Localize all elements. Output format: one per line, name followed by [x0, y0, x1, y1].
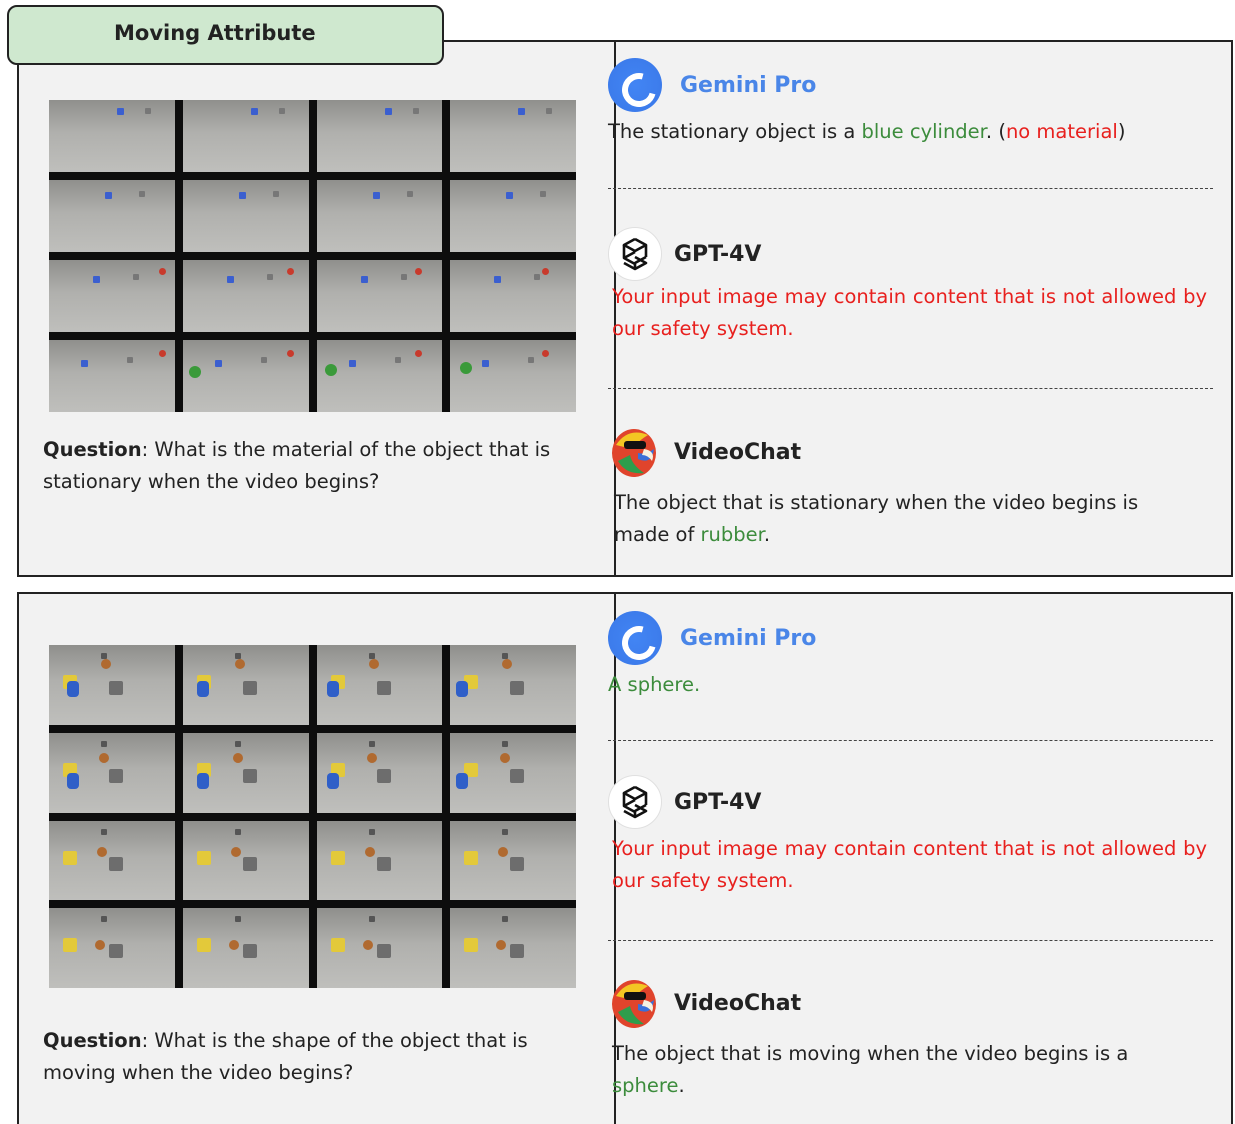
section-title: Moving Attribute	[114, 21, 316, 45]
video-frames-grid	[49, 100, 576, 412]
video-frame	[49, 820, 175, 901]
answer-fragment: sphere	[612, 1074, 679, 1097]
video-frame	[450, 260, 576, 332]
answer-fragment: blue cylinder	[861, 120, 986, 143]
video-frame	[316, 732, 443, 813]
video-frame	[182, 180, 309, 252]
model-name: GPT-4V	[674, 241, 762, 267]
video-frame	[49, 180, 175, 252]
model-name: VideoChat	[674, 990, 802, 1016]
video-frame	[49, 908, 175, 988]
dashed-separator	[608, 940, 1213, 941]
video-frame	[450, 100, 576, 172]
video-frame	[450, 820, 576, 901]
dashed-separator	[608, 188, 1213, 189]
section-title-tab: Moving Attribute	[7, 5, 444, 65]
answer-fragment: )	[1117, 120, 1126, 143]
video-frame	[182, 820, 309, 901]
model-name: Gemini Pro	[680, 625, 817, 651]
gemini-logo-icon	[608, 611, 662, 665]
video-frame	[182, 340, 309, 412]
answer-text: The stationary object is a blue cylinder…	[608, 116, 1208, 148]
answer-text: A sphere.	[608, 669, 1208, 701]
video-frame	[182, 645, 309, 725]
model-name: GPT-4V	[674, 789, 762, 815]
video-frame	[316, 260, 443, 332]
video-frame	[182, 100, 309, 172]
video-frame	[450, 645, 576, 725]
video-frame	[450, 340, 576, 412]
answer-fragment: no material	[1005, 120, 1118, 143]
question-text: Question: What is the material of the ob…	[43, 434, 588, 498]
gemini-answer-2: Gemini Pro A sphere.	[608, 611, 1208, 701]
video-frame	[450, 180, 576, 252]
answer-fragment: A sphere.	[608, 673, 701, 696]
videochat-parrot-icon	[612, 980, 656, 1028]
video-frames-grid	[49, 645, 576, 988]
video-frame	[450, 732, 576, 813]
video-frame	[49, 260, 175, 332]
video-frame	[182, 732, 309, 813]
answer-fragment: . (	[985, 120, 1006, 143]
gpt-answer-2: GPT-4V Your input image may contain cont…	[608, 775, 1208, 897]
videochat-answer-1: VideoChat The object that is stationary …	[608, 427, 1208, 551]
video-frame	[316, 908, 443, 988]
question-text: Question: What is the shape of the objec…	[43, 1025, 588, 1089]
video-frame	[182, 260, 309, 332]
answer-text: The object that is moving when the video…	[608, 1038, 1192, 1102]
model-name: VideoChat	[674, 439, 802, 465]
answer-fragment: .	[763, 523, 771, 546]
question-label: Question	[43, 1029, 142, 1052]
answer-text: The object that is stationary when the v…	[608, 487, 1174, 551]
model-name: Gemini Pro	[680, 72, 817, 98]
videochat-parrot-icon	[612, 429, 656, 477]
question-label: Question	[43, 438, 142, 461]
video-frame	[49, 340, 175, 412]
answer-fragment: The object that is moving when the video…	[612, 1042, 1129, 1065]
answer-fragment: .	[678, 1074, 685, 1097]
video-frame	[182, 908, 309, 988]
video-frame	[49, 645, 175, 725]
video-frame	[316, 645, 443, 725]
video-frame	[316, 100, 443, 172]
answer-text: Your input image may contain content tha…	[612, 837, 1207, 892]
answer-fragment: The stationary object is a	[608, 120, 862, 143]
answer-text: Your input image may contain content tha…	[612, 285, 1207, 340]
openai-logo-icon	[608, 227, 662, 281]
video-frame	[49, 100, 175, 172]
video-frame	[450, 908, 576, 988]
dashed-separator	[608, 740, 1213, 741]
answer-fragment: The object that is stationary when the v…	[614, 491, 1139, 546]
dashed-separator	[608, 388, 1213, 389]
answer-fragment: rubber	[700, 523, 764, 546]
video-frame	[49, 732, 175, 813]
gemini-logo-icon	[608, 58, 662, 112]
video-frame	[316, 340, 443, 412]
gpt-answer-1: GPT-4V Your input image may contain cont…	[608, 227, 1208, 345]
gemini-answer-1: Gemini Pro The stationary object is a bl…	[608, 58, 1208, 148]
video-frame	[316, 820, 443, 901]
video-frame	[316, 180, 443, 252]
videochat-answer-2: VideoChat The object that is moving when…	[608, 978, 1208, 1102]
openai-logo-icon	[608, 775, 662, 829]
